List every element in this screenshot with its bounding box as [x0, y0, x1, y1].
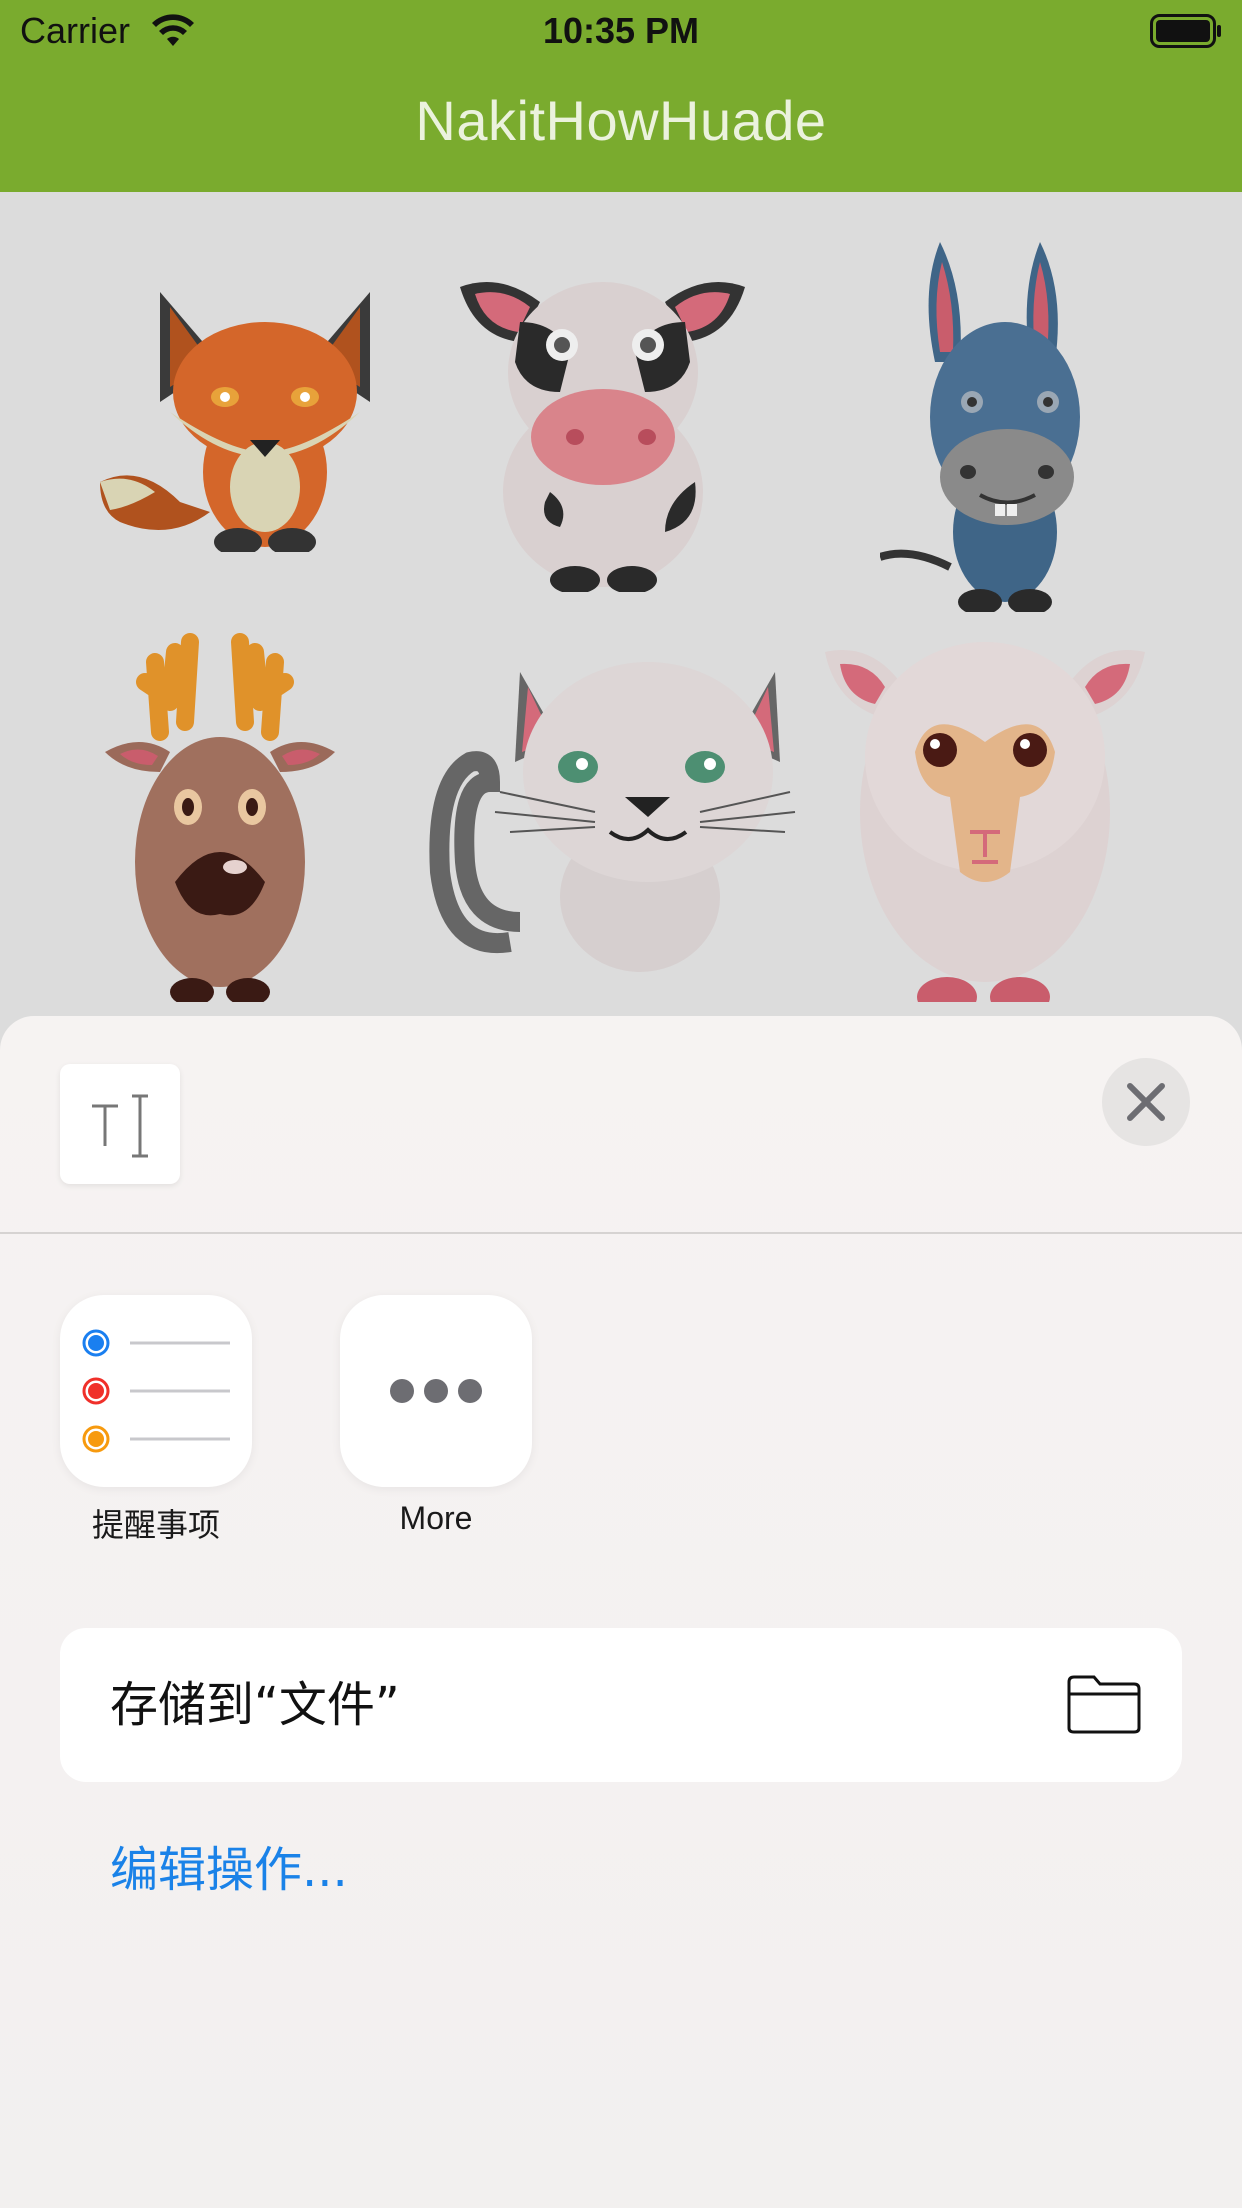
- share-sheet: 提醒事项 More 存储到“文件” 编辑操作...: [0, 1016, 1242, 2208]
- app-reminders[interactable]: [60, 1295, 252, 1487]
- page-title: NakitHowHuade: [415, 89, 827, 152]
- cow-image[interactable]: [460, 262, 750, 592]
- app-label-reminders: 提醒事项: [91, 1507, 220, 1543]
- close-button[interactable]: [1102, 1058, 1190, 1146]
- navigation-bar: Carrier 10:35 PM NakitHowHuade: [0, 0, 1242, 192]
- fox-image[interactable]: [100, 252, 380, 552]
- preview-thumbnail: [60, 1064, 180, 1184]
- text-document-icon: [92, 1094, 148, 1158]
- cat-image[interactable]: [410, 652, 800, 972]
- status-time: 10:35 PM: [542, 10, 700, 51]
- edit-actions-link[interactable]: 编辑操作...: [110, 1830, 348, 1900]
- folder-icon: [1067, 1675, 1141, 1734]
- app-label-more: More: [399, 1500, 473, 1536]
- animal-grid: [0, 192, 1242, 1042]
- sheep-image[interactable]: [820, 622, 1150, 1002]
- reminders-icon: [82, 1329, 230, 1453]
- share-sheet-header: [0, 1016, 1242, 1232]
- battery-icon: [1150, 14, 1221, 48]
- close-icon: [1127, 1083, 1165, 1121]
- save-to-files-button[interactable]: 存储到“文件”: [60, 1628, 1182, 1782]
- app-more[interactable]: [340, 1295, 532, 1487]
- save-to-files-label: 存储到“文件”: [110, 1677, 400, 1733]
- donkey-image[interactable]: [880, 242, 1100, 612]
- divider: [0, 1232, 1242, 1234]
- more-icon: [390, 1379, 482, 1403]
- deer-image[interactable]: [100, 622, 340, 1002]
